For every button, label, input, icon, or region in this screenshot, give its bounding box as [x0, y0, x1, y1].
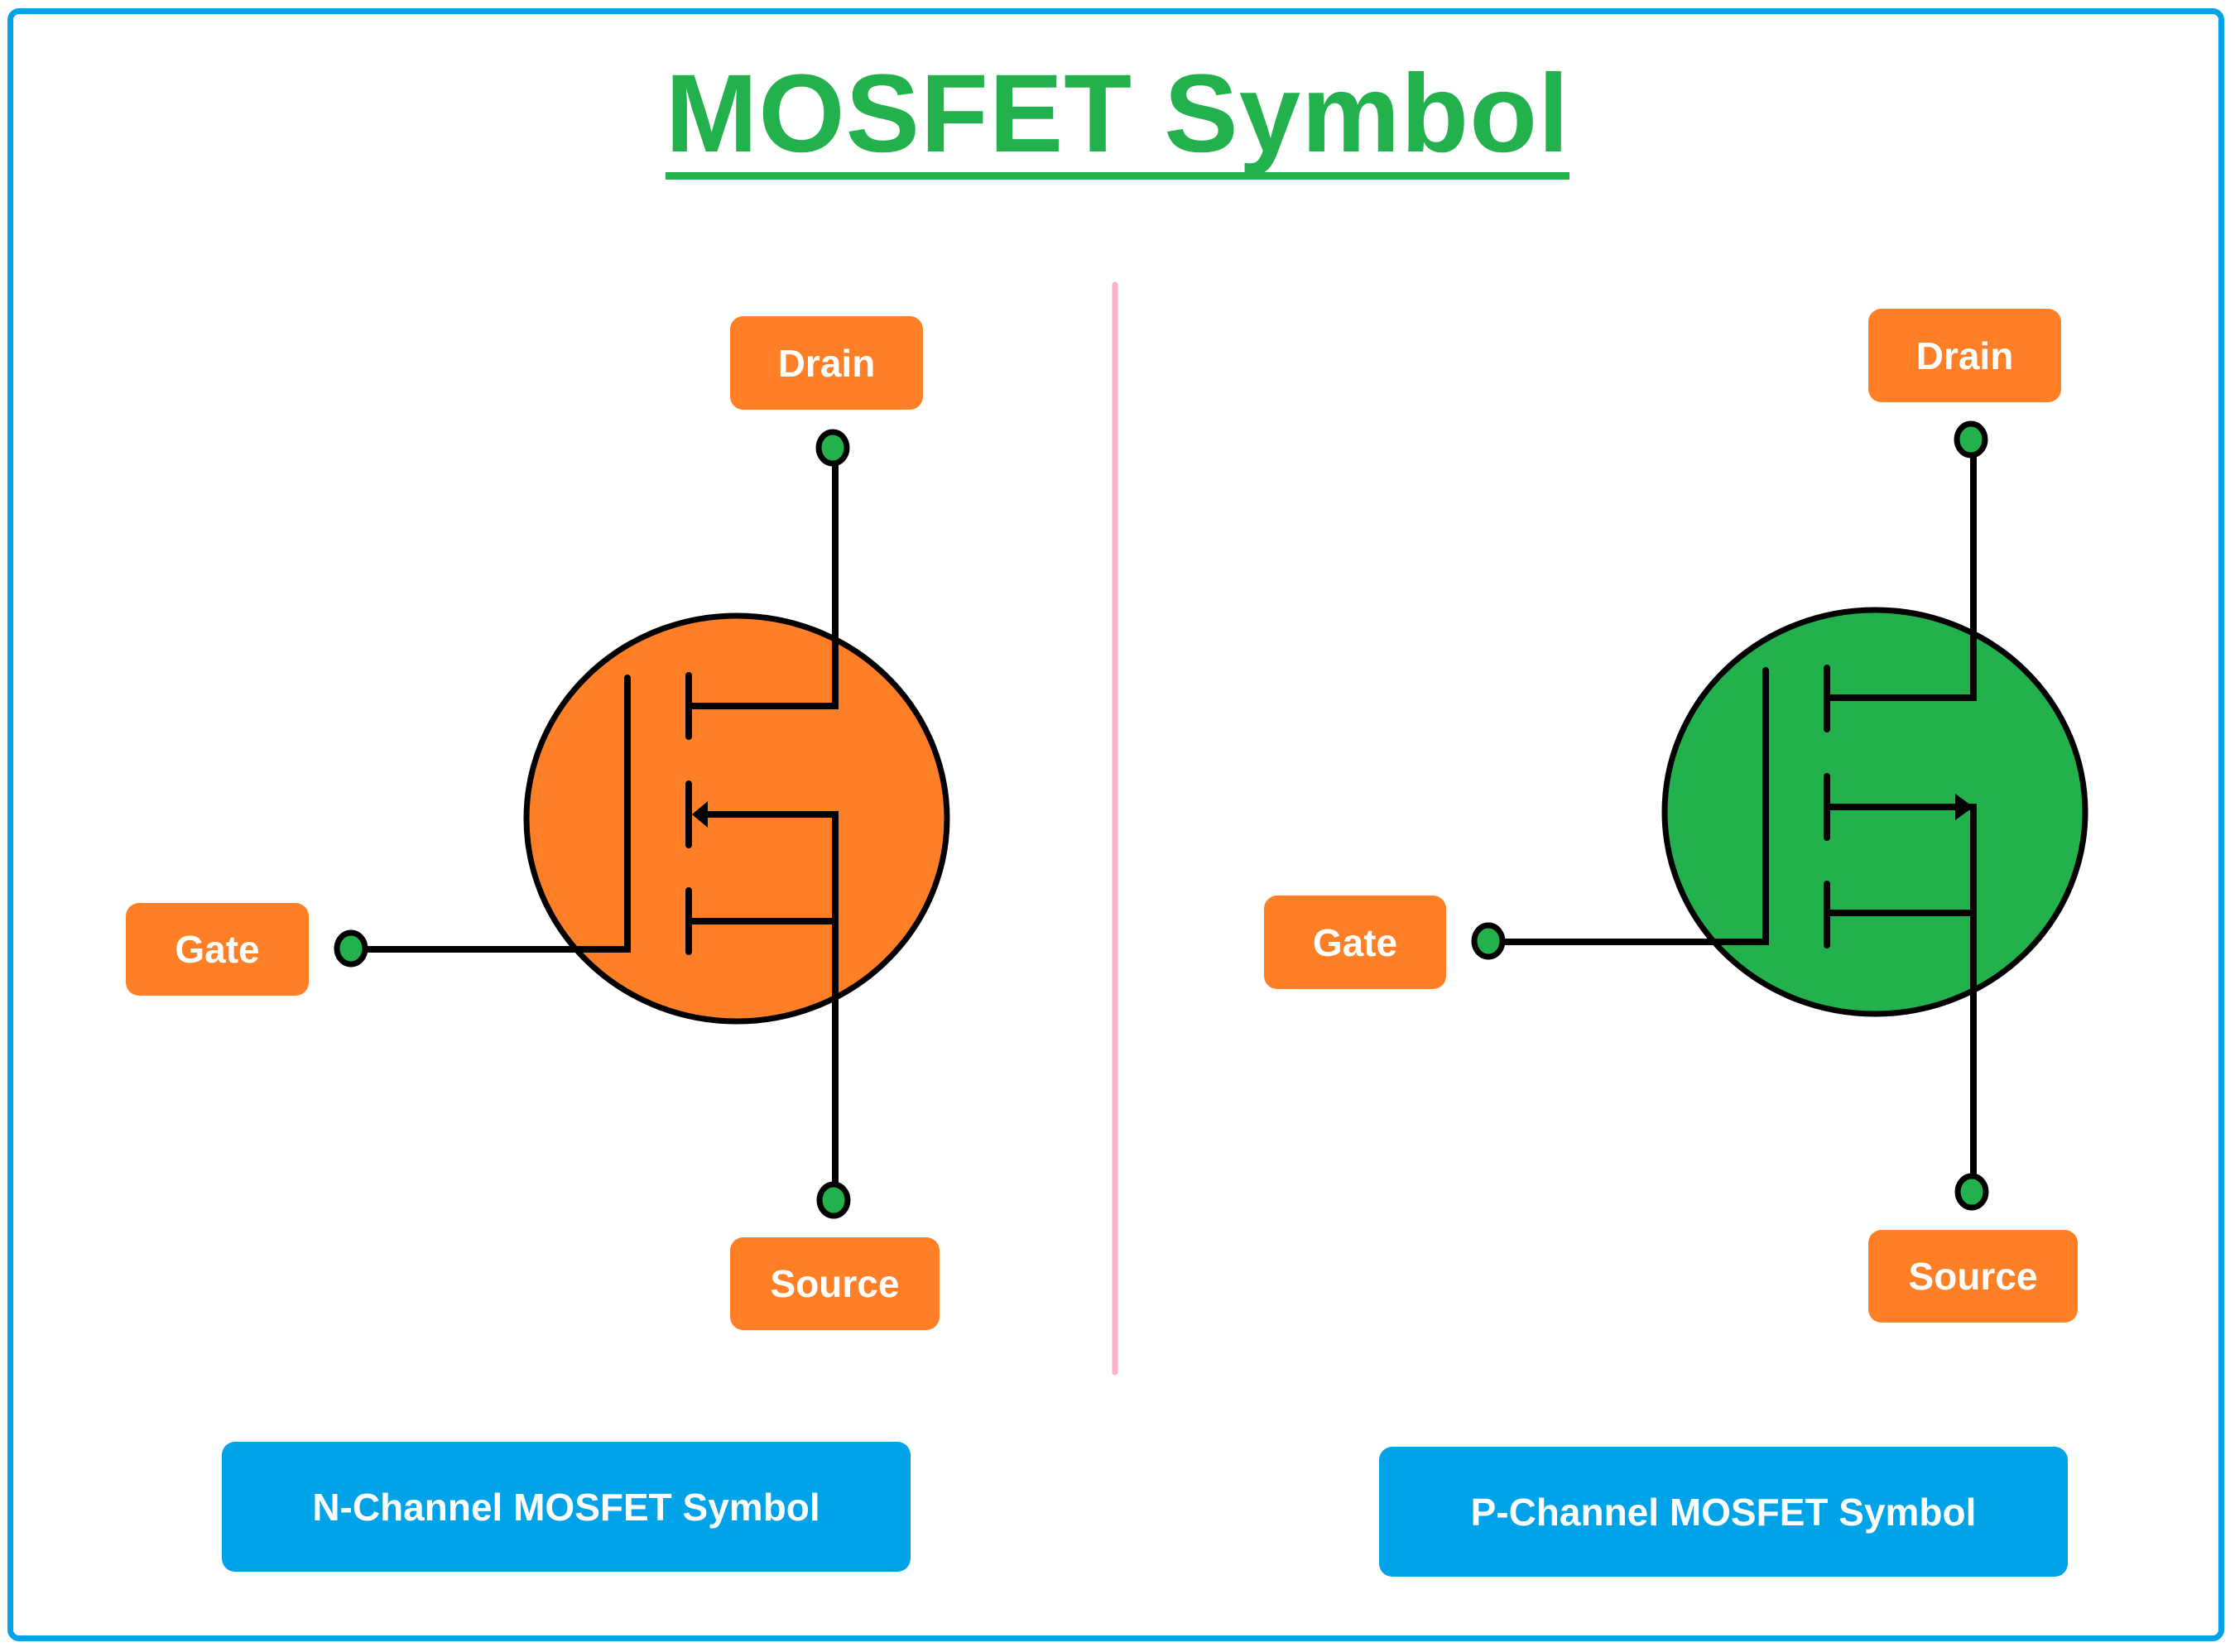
- p-source-terminal[interactable]: [1954, 1173, 1989, 1211]
- n-channel-caption: N-Channel MOSFET Symbol: [222, 1442, 911, 1572]
- n-gate-label: Gate: [126, 903, 309, 996]
- p-gate-terminal[interactable]: [1471, 922, 1506, 960]
- n-gate-terminal[interactable]: [334, 929, 368, 968]
- n-channel-symbol: [334, 429, 950, 1219]
- n-source-terminal[interactable]: [816, 1181, 851, 1219]
- p-channel-body: [1661, 607, 2088, 1017]
- p-drain-label: Drain: [1868, 309, 2061, 402]
- n-drain-terminal[interactable]: [815, 429, 850, 467]
- n-drain-label: Drain: [730, 316, 923, 410]
- mosfet-diagram: [334, 281, 2088, 1376]
- n-source-label: Source: [730, 1237, 940, 1330]
- p-channel-caption: P-Channel MOSFET Symbol: [1379, 1447, 2068, 1577]
- p-drain-terminal[interactable]: [1954, 420, 1988, 459]
- p-source-label: Source: [1868, 1230, 2078, 1323]
- p-channel-symbol: [1471, 420, 2088, 1211]
- n-channel-body: [523, 612, 950, 1025]
- p-gate-label: Gate: [1264, 896, 1446, 989]
